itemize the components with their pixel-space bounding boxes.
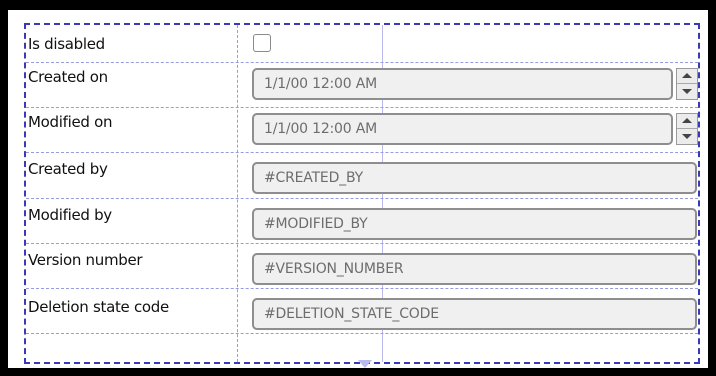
created-on-datetime-field[interactable]: 1/1/00 12:00 AM — [252, 68, 673, 100]
form-row-version-number: Version number #VERSION_NUMBER — [26, 243, 698, 288]
version-number-label: Version number — [28, 251, 143, 269]
version-number-field[interactable]: #VERSION_NUMBER — [252, 253, 697, 285]
form-row-is-disabled: Is disabled — [26, 25, 698, 62]
modified-on-datetime-field[interactable]: 1/1/00 12:00 AM — [252, 113, 673, 145]
arrow-down-icon — [682, 89, 692, 94]
form-layout-panel[interactable]: Is disabled Created on 1/1/00 12:00 AM M… — [24, 23, 700, 364]
created-by-value: #CREATED_BY — [264, 170, 363, 186]
is-disabled-checkbox[interactable] — [253, 34, 271, 52]
arrow-up-icon — [682, 118, 692, 123]
modified-on-value: 1/1/00 12:00 AM — [264, 121, 377, 137]
created-on-label: Created on — [28, 68, 108, 86]
row-guide — [26, 333, 698, 334]
spin-down-button[interactable] — [677, 84, 697, 99]
form-row-created-on: Created on 1/1/00 12:00 AM — [26, 62, 698, 107]
created-on-value: 1/1/00 12:00 AM — [264, 76, 377, 92]
is-disabled-label: Is disabled — [28, 35, 105, 53]
version-number-value: #VERSION_NUMBER — [264, 261, 404, 277]
spin-up-button[interactable] — [677, 114, 697, 129]
form-designer-canvas: Is disabled Created on 1/1/00 12:00 AM M… — [8, 10, 708, 368]
deletion-state-code-value: #DELETION_STATE_CODE — [264, 306, 439, 322]
deletion-state-code-field[interactable]: #DELETION_STATE_CODE — [252, 298, 697, 330]
deletion-state-code-label: Deletion state code — [28, 298, 169, 316]
form-row-deletion-state-code: Deletion state code #DELETION_STATE_CODE — [26, 288, 698, 333]
modified-on-label: Modified on — [28, 113, 113, 131]
arrow-down-icon — [682, 134, 692, 139]
created-by-field[interactable]: #CREATED_BY — [252, 162, 697, 194]
arrow-up-icon — [682, 73, 692, 78]
modified-by-field[interactable]: #MODIFIED_BY — [252, 208, 697, 240]
modified-on-spinner[interactable] — [676, 113, 698, 145]
form-row-modified-on: Modified on 1/1/00 12:00 AM — [26, 107, 698, 152]
modified-by-value: #MODIFIED_BY — [264, 216, 368, 232]
drop-indicator-arrow-icon — [358, 360, 372, 368]
form-row-modified-by: Modified by #MODIFIED_BY — [26, 198, 698, 243]
spin-up-button[interactable] — [677, 69, 697, 84]
created-on-spinner[interactable] — [676, 68, 698, 100]
created-by-label: Created by — [28, 160, 108, 178]
modified-by-label: Modified by — [28, 206, 112, 224]
spin-down-button[interactable] — [677, 129, 697, 144]
form-row-created-by: Created by #CREATED_BY — [26, 152, 698, 198]
